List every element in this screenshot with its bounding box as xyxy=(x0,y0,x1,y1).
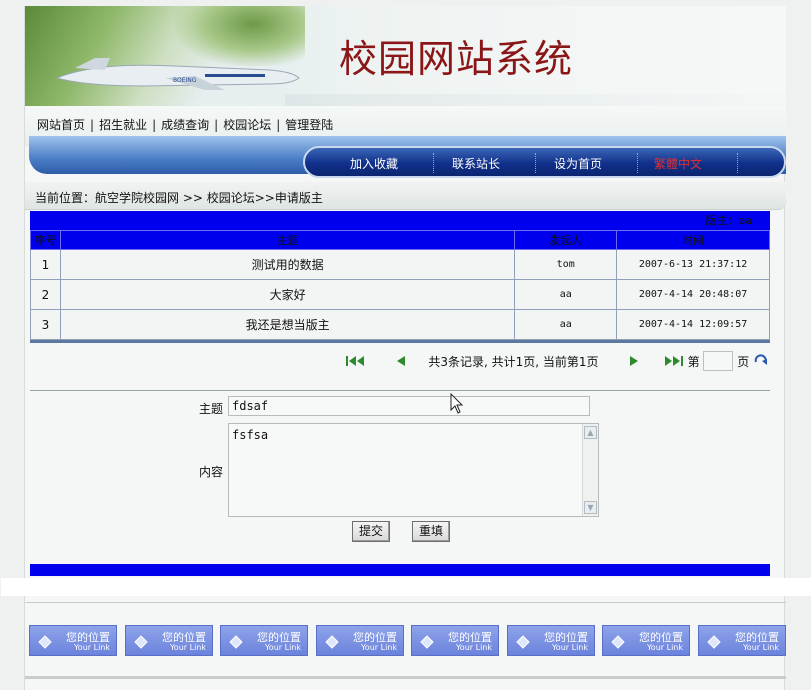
previous-page-icon[interactable] xyxy=(395,355,407,367)
blue-nav-separator xyxy=(737,153,738,173)
footer-link-button[interactable]: 您的位置 Your Link xyxy=(29,625,117,656)
table-bottom-rule xyxy=(30,340,770,343)
textarea-scrollbar[interactable]: ▲ ▼ xyxy=(582,424,598,516)
footer-link-button[interactable]: 您的位置 Your Link xyxy=(602,625,690,656)
reset-button[interactable]: 重填 xyxy=(412,521,451,542)
scroll-up-icon[interactable]: ▲ xyxy=(584,426,597,439)
nav-separator: | xyxy=(90,118,95,132)
gem-icon xyxy=(707,635,721,649)
footer-rule-bottom xyxy=(25,676,786,679)
footer-link-sub: Your Link xyxy=(169,643,206,652)
scroll-down-icon[interactable]: ▼ xyxy=(584,501,597,514)
airplane-image: BOEING xyxy=(55,58,300,90)
set-homepage-link[interactable]: 设为首页 xyxy=(527,155,629,172)
pager-prefix: 第 xyxy=(687,354,700,369)
footer-link-button[interactable]: 您的位置 Your Link xyxy=(220,625,308,656)
gem-icon xyxy=(38,635,52,649)
nav-forum[interactable]: 校园论坛 xyxy=(223,118,271,132)
thread-table: 版主：aa 序号 主题 发起人 时间 1 测试用的数据 tom 2007-6-1… xyxy=(30,211,770,343)
footer-gap xyxy=(1,578,811,596)
row-number: 1 xyxy=(30,249,61,280)
row-author: tom xyxy=(514,249,618,280)
go-refresh-icon[interactable] xyxy=(753,354,769,368)
footer-link-button[interactable]: 您的位置 Your Link xyxy=(411,625,499,656)
footer-link-sub: Your Link xyxy=(551,643,588,652)
next-page-icon[interactable] xyxy=(628,355,640,367)
header-banner: BOEING 校园网站系统 xyxy=(25,6,786,106)
subject-input[interactable]: fdsaf xyxy=(228,396,590,416)
banner-shade xyxy=(285,94,786,106)
nav-admissions[interactable]: 招生就业 xyxy=(99,118,147,132)
submit-button[interactable]: 提交 xyxy=(352,521,391,542)
moderator-label: 版主：aa xyxy=(30,211,770,230)
footer-rule-top xyxy=(25,602,786,603)
nav-admin-login[interactable]: 管理登陆 xyxy=(285,118,333,132)
svg-text:BOEING: BOEING xyxy=(173,77,197,84)
gem-icon xyxy=(516,635,530,649)
table-row[interactable]: 2 大家好 aa 2007-4-14 20:48:07 xyxy=(30,279,770,310)
nav-separator: | xyxy=(276,118,281,132)
footer-link-button[interactable]: 您的位置 Your Link xyxy=(316,625,404,656)
gem-icon xyxy=(611,635,625,649)
traditional-chinese-link[interactable]: 繁體中文 xyxy=(627,155,729,172)
row-time: 2007-6-13 21:37:12 xyxy=(616,249,770,280)
gem-icon xyxy=(229,635,243,649)
breadcrumb-text: 当前位置：航空学院校园网 >> 校园论坛>>申请版主 xyxy=(35,191,323,205)
row-author: aa xyxy=(514,309,618,340)
row-number: 2 xyxy=(30,279,61,310)
footer-link-sub: Your Link xyxy=(455,643,492,652)
pager: 共3条记录, 共计1页, 当前第1页 第 页 xyxy=(345,351,769,371)
col-number-header: 序号 xyxy=(30,230,61,250)
footer-link-sub: Your Link xyxy=(73,643,110,652)
last-page-icon[interactable] xyxy=(664,355,684,367)
site-title: 校园网站系统 xyxy=(339,37,574,81)
footer-link-sub: Your Link xyxy=(264,643,301,652)
contact-admin-link[interactable]: 联系站长 xyxy=(425,155,527,172)
row-subject-link[interactable]: 大家好 xyxy=(60,279,516,310)
row-time: 2007-4-14 20:48:07 xyxy=(616,279,770,310)
row-author: aa xyxy=(514,279,618,310)
footer-link-button[interactable]: 您的位置 Your Link xyxy=(507,625,595,656)
footer-link-sub: Your Link xyxy=(742,643,779,652)
content-label: 内容 xyxy=(199,465,224,479)
blue-nav: 加入收藏 联系站长 设为首页 繁體中文 xyxy=(303,146,786,178)
row-subject-link[interactable]: 测试用的数据 xyxy=(60,249,516,280)
add-favorites-link[interactable]: 加入收藏 xyxy=(323,155,425,172)
col-author-header: 发起人 xyxy=(514,230,618,250)
subject-label: 主题 xyxy=(199,402,224,416)
nav-home[interactable]: 网站首页 xyxy=(37,118,85,132)
page: BOEING 校园网站系统 网站首页 | 招生就业 | 成绩查询 | 校园论坛 | 管理登陆 加… xyxy=(1,6,811,690)
pager-suffix: 页 xyxy=(737,354,750,369)
gem-icon xyxy=(420,635,434,649)
gem-icon xyxy=(325,635,339,649)
footer-blue-bar xyxy=(30,564,770,576)
nav-grades[interactable]: 成绩查询 xyxy=(161,118,209,132)
col-subject-header: 主题 xyxy=(59,230,516,250)
table-row[interactable]: 3 我还是想当版主 aa 2007-4-14 12:09:57 xyxy=(30,309,770,340)
nav-separator: | xyxy=(152,118,157,132)
footer-link-button[interactable]: 您的位置 Your Link xyxy=(698,625,786,656)
footer-link-button[interactable]: 您的位置 Your Link xyxy=(125,625,213,656)
gem-icon xyxy=(134,635,148,649)
breadcrumb: 当前位置：航空学院校园网 >> 校园论坛>>申请版主 xyxy=(25,182,786,210)
row-number: 3 xyxy=(30,309,61,340)
row-time: 2007-4-14 12:09:57 xyxy=(616,309,770,340)
nav-separator: | xyxy=(214,118,219,132)
mouse-cursor-icon xyxy=(450,393,464,414)
content-textarea[interactable]: fsfsa ▲ ▼ xyxy=(228,423,599,517)
row-subject-link[interactable]: 我还是想当版主 xyxy=(60,309,516,340)
footer-link-sub: Your Link xyxy=(360,643,397,652)
page-number-input[interactable] xyxy=(703,351,734,371)
table-row[interactable]: 1 测试用的数据 tom 2007-6-13 21:37:12 xyxy=(30,249,770,280)
divider xyxy=(30,390,770,391)
first-page-icon[interactable] xyxy=(345,355,365,367)
footer-link-sub: Your Link xyxy=(646,643,683,652)
content-text: fsfsa xyxy=(232,428,269,442)
pager-summary: 共3条记录, 共计1页, 当前第1页 xyxy=(428,354,599,369)
col-time-header: 时间 xyxy=(616,230,770,250)
